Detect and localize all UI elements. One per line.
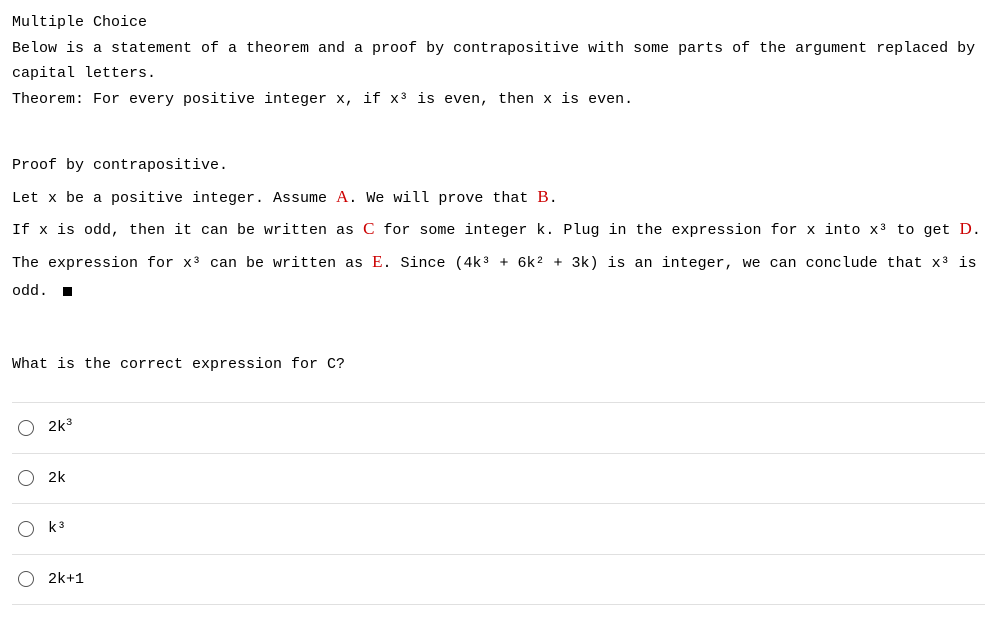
- proof-title: Proof by contrapositive.: [12, 152, 985, 181]
- theorem-statement: Theorem: For every positive integer x, i…: [12, 87, 985, 113]
- option-4[interactable]: 2k+1: [12, 554, 985, 605]
- proof-line-3: If x is odd, then it can be written as C…: [12, 213, 985, 307]
- placeholder-A: A: [336, 187, 348, 206]
- superscript-3: [192, 255, 201, 272]
- question-type-label: Multiple Choice: [12, 10, 985, 36]
- superscript-3: [399, 91, 408, 108]
- question-intro: Below is a statement of a theorem and a …: [12, 36, 985, 87]
- qed-icon: [63, 287, 72, 296]
- question-header: Multiple Choice Below is a statement of …: [12, 10, 985, 112]
- radio-icon: [18, 571, 34, 587]
- question-prompt: What is the correct expression for C?: [12, 352, 985, 378]
- option-label: k: [48, 516, 66, 542]
- superscript-3: [879, 222, 888, 239]
- radio-icon: [18, 470, 34, 486]
- superscript-3: [941, 255, 950, 272]
- proof-line-2: Let x be a positive integer. Assume A. W…: [12, 181, 985, 214]
- options-group: 2k3 2k k 2k+1: [12, 402, 985, 605]
- proof-section: Proof by contrapositive. Let x be a posi…: [12, 152, 985, 307]
- option-1[interactable]: 2k3: [12, 402, 985, 453]
- option-2[interactable]: 2k: [12, 453, 985, 504]
- radio-icon: [18, 521, 34, 537]
- placeholder-D: D: [960, 219, 972, 238]
- option-label: 2k3: [48, 415, 72, 441]
- placeholder-B: B: [537, 187, 548, 206]
- option-label: 2k+1: [48, 567, 84, 593]
- option-3[interactable]: k: [12, 503, 985, 554]
- radio-icon: [18, 420, 34, 436]
- superscript-3: [482, 255, 491, 272]
- placeholder-E: E: [372, 252, 382, 271]
- superscript-2: [536, 255, 545, 272]
- placeholder-C: C: [363, 219, 374, 238]
- option-label: 2k: [48, 466, 66, 492]
